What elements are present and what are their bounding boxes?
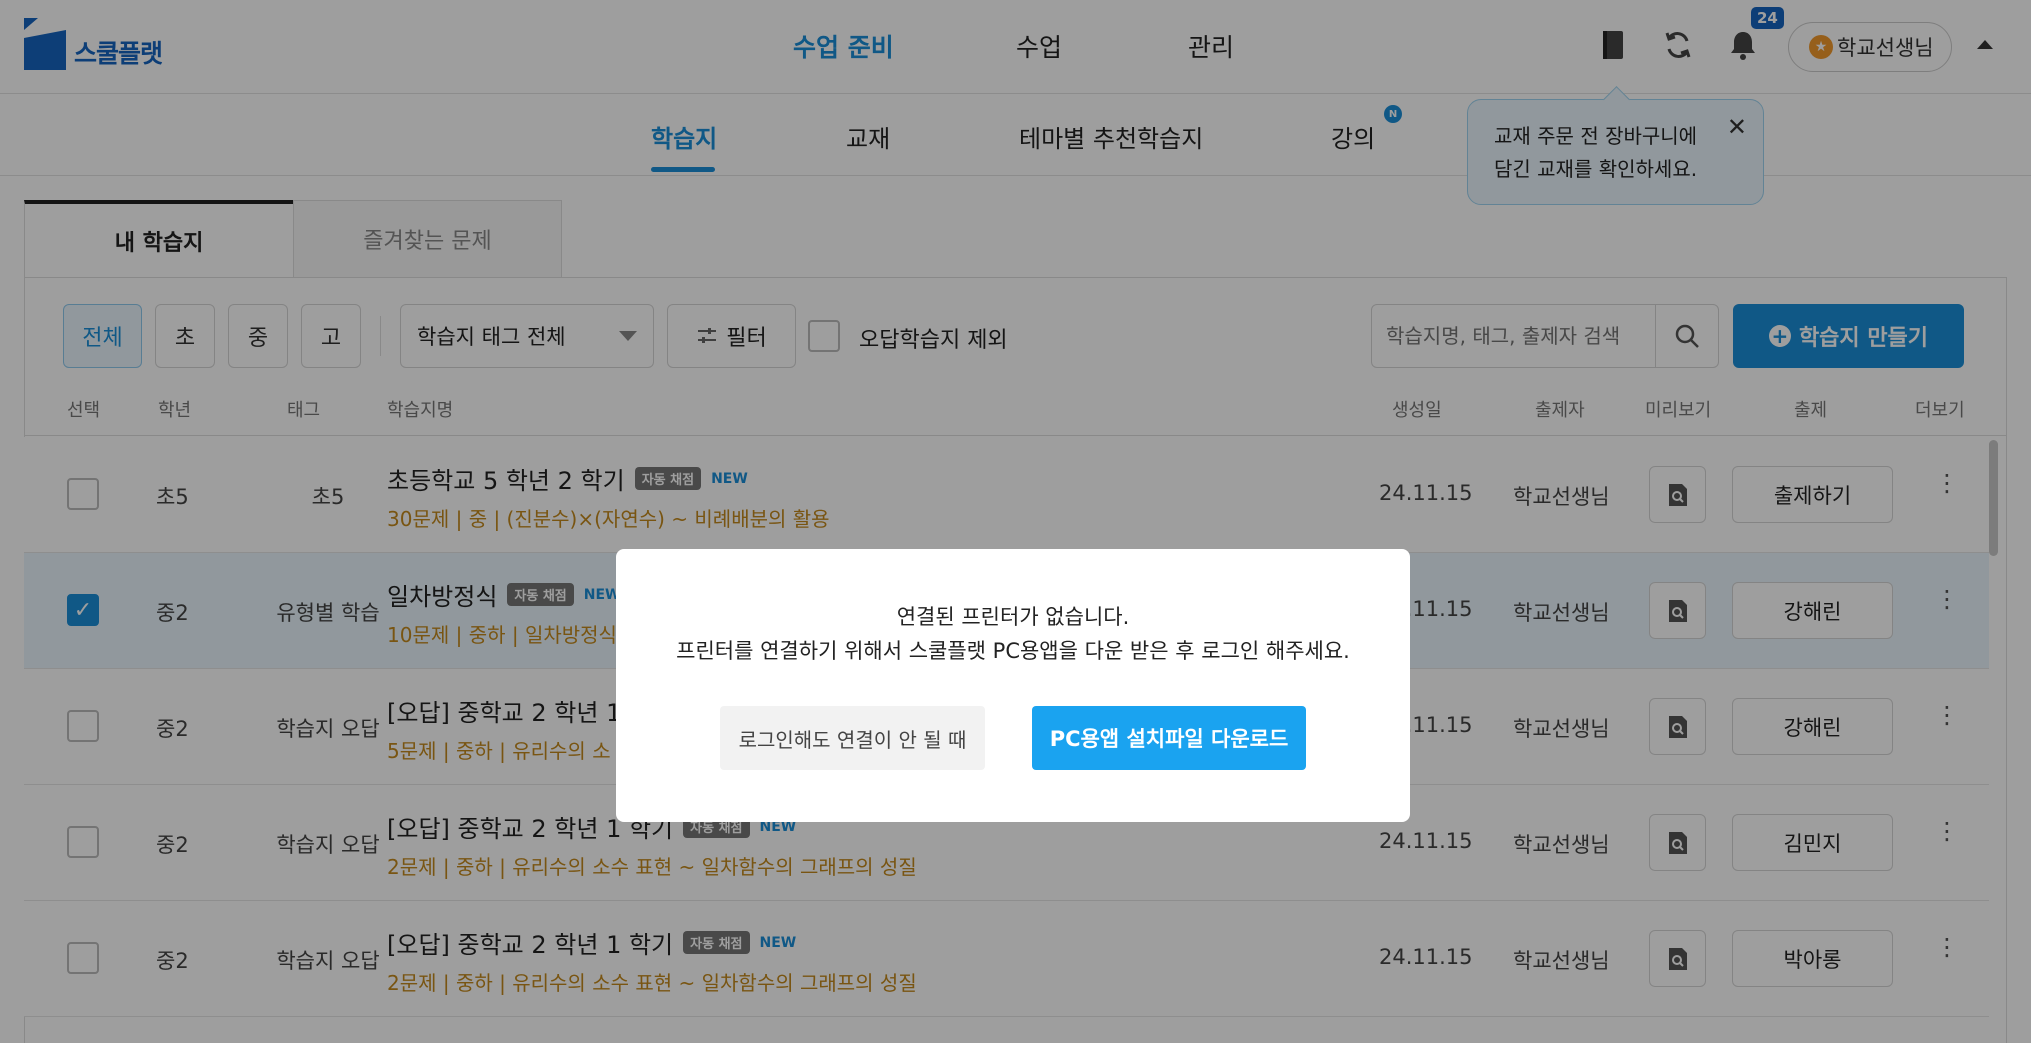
printer-modal: 연결된 프린터가 없습니다. 프린터를 연결하기 위해서 스쿨플랫 PC용앱을 … (616, 549, 1410, 822)
download-pc-app-button[interactable]: PC용앱 설치파일 다운로드 (1032, 706, 1306, 770)
modal-overlay[interactable] (0, 0, 2031, 1043)
modal-message-2: 프린터를 연결하기 위해서 스쿨플랫 PC용앱을 다운 받은 후 로그인 해주세… (676, 639, 1350, 663)
modal-message-1: 연결된 프린터가 없습니다. (896, 605, 1130, 629)
connection-help-button[interactable]: 로그인해도 연결이 안 될 때 (720, 706, 985, 770)
